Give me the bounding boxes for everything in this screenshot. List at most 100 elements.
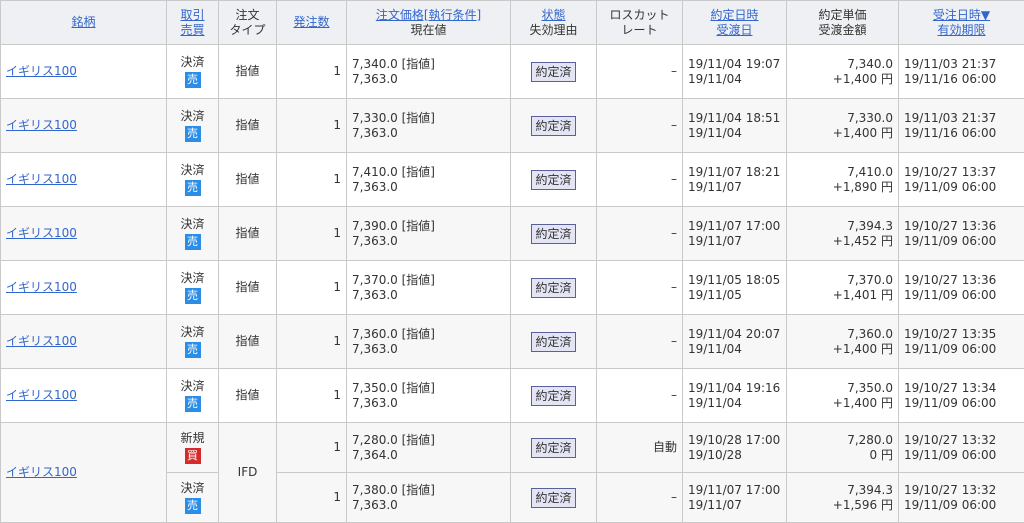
status-cell: 約定済 [511, 315, 597, 369]
sell-badge: 売 [185, 498, 201, 514]
received-datetime: 19/10/27 13:3619/11/09 06:00 [899, 207, 1024, 261]
exec-datetime: 19/11/07 17:0019/11/07 [683, 207, 787, 261]
order-type: 指値 [219, 315, 277, 369]
order-type: 指値 [219, 153, 277, 207]
order-type: 指値 [219, 369, 277, 423]
trade-kind-cell: 決済売 [167, 369, 219, 423]
exec-datetime: 19/11/07 18:2119/11/07 [683, 153, 787, 207]
price-cell: 7,390.0 [指値]7,363.0 [347, 207, 511, 261]
received-datetime: 19/10/27 13:3719/11/09 06:00 [899, 153, 1024, 207]
sell-badge: 売 [185, 126, 201, 142]
order-type: 指値 [219, 207, 277, 261]
instrument-link[interactable]: イギリス100 [1, 207, 167, 261]
price-cell: 7,280.0 [指値]7,364.0 [347, 423, 511, 473]
instrument-link[interactable]: イギリス100 [1, 99, 167, 153]
order-qty: 1 [277, 45, 347, 99]
received-datetime: 19/10/27 13:3219/11/09 06:00 [899, 423, 1024, 473]
status-badge: 約定済 [531, 224, 575, 244]
trade-kind-cell: 新規買 [167, 423, 219, 473]
exec-datetime: 19/11/04 18:5119/11/04 [683, 99, 787, 153]
losscut-rate: – [597, 99, 683, 153]
received-datetime: 19/10/27 13:3219/11/09 06:00 [899, 473, 1024, 523]
header-order-type: 注文タイプ [219, 1, 277, 45]
unit-amount: 7,394.3+1,596 円 [787, 473, 899, 523]
order-type: 指値 [219, 261, 277, 315]
status-badge: 約定済 [531, 386, 575, 406]
table-row: イギリス100 決済売 指値 1 7,370.0 [指値]7,363.0 約定済… [1, 261, 1024, 315]
header-qty[interactable]: 発注数 [277, 1, 347, 45]
trade-kind-cell: 決済売 [167, 207, 219, 261]
order-history-table: 銘柄 取引売買 注文タイプ 発注数 注文価格[執行条件]現在値 状態失効理由 ロ… [0, 0, 1024, 523]
instrument-link[interactable]: イギリス100 [1, 423, 167, 523]
instrument-link[interactable]: イギリス100 [1, 45, 167, 99]
instrument-link[interactable]: イギリス100 [1, 315, 167, 369]
losscut-rate: – [597, 153, 683, 207]
table-row: イギリス100 決済売 指値 1 7,350.0 [指値]7,363.0 約定済… [1, 369, 1024, 423]
sell-badge: 売 [185, 180, 201, 196]
instrument-link[interactable]: イギリス100 [1, 369, 167, 423]
table-row: イギリス100 決済売 指値 1 7,330.0 [指値]7,363.0 約定済… [1, 99, 1024, 153]
received-datetime: 19/10/27 13:3619/11/09 06:00 [899, 261, 1024, 315]
table-row: イギリス100 決済売 指値 1 7,340.0 [指値]7,363.0 約定済… [1, 45, 1024, 99]
unit-amount: 7,394.3+1,452 円 [787, 207, 899, 261]
exec-datetime: 19/11/04 19:1619/11/04 [683, 369, 787, 423]
header-received-datetime[interactable]: 受注日時▼有効期限 [899, 1, 1024, 45]
order-qty: 1 [277, 99, 347, 153]
order-type: 指値 [219, 45, 277, 99]
losscut-rate: – [597, 473, 683, 523]
losscut-rate: – [597, 315, 683, 369]
order-qty: 1 [277, 261, 347, 315]
header-unit-price: 約定単価受渡金額 [787, 1, 899, 45]
unit-amount: 7,360.0+1,400 円 [787, 315, 899, 369]
sell-badge: 売 [185, 234, 201, 250]
price-cell: 7,340.0 [指値]7,363.0 [347, 45, 511, 99]
status-badge: 約定済 [531, 170, 575, 190]
status-cell: 約定済 [511, 153, 597, 207]
price-cell: 7,370.0 [指値]7,363.0 [347, 261, 511, 315]
received-datetime: 19/11/03 21:3719/11/16 06:00 [899, 99, 1024, 153]
exec-datetime: 19/11/04 20:0719/11/04 [683, 315, 787, 369]
losscut-rate: – [597, 207, 683, 261]
ifd-row-first: イギリス100 新規買 IFD 1 7,280.0 [指値]7,364.0 約定… [1, 423, 1024, 473]
instrument-link[interactable]: イギリス100 [1, 261, 167, 315]
header-torihiki[interactable]: 取引売買 [167, 1, 219, 45]
status-cell: 約定済 [511, 261, 597, 315]
losscut-rate: – [597, 261, 683, 315]
order-qty: 1 [277, 153, 347, 207]
sell-badge: 売 [185, 396, 201, 412]
trade-kind-cell: 決済売 [167, 315, 219, 369]
status-badge: 約定済 [531, 438, 575, 458]
losscut-rate: – [597, 369, 683, 423]
buy-badge: 買 [185, 448, 201, 464]
header-price[interactable]: 注文価格[執行条件]現在値 [347, 1, 511, 45]
status-cell: 約定済 [511, 369, 597, 423]
status-cell: 約定済 [511, 473, 597, 523]
unit-amount: 7,330.0+1,400 円 [787, 99, 899, 153]
sell-badge: 売 [185, 342, 201, 358]
status-cell: 約定済 [511, 207, 597, 261]
header-status[interactable]: 状態失効理由 [511, 1, 597, 45]
exec-datetime: 19/11/07 17:0019/11/07 [683, 473, 787, 523]
unit-amount: 7,350.0+1,400 円 [787, 369, 899, 423]
price-cell: 7,380.0 [指値]7,363.0 [347, 473, 511, 523]
trade-kind-cell: 決済売 [167, 153, 219, 207]
order-qty: 1 [277, 473, 347, 523]
table-row: イギリス100 決済売 指値 1 7,410.0 [指値]7,363.0 約定済… [1, 153, 1024, 207]
header-meigara[interactable]: 銘柄 [1, 1, 167, 45]
status-badge: 約定済 [531, 332, 575, 352]
order-type: IFD [219, 423, 277, 523]
table-row: イギリス100 決済売 指値 1 7,360.0 [指値]7,363.0 約定済… [1, 315, 1024, 369]
exec-datetime: 19/11/05 18:0519/11/05 [683, 261, 787, 315]
received-datetime: 19/10/27 13:3519/11/09 06:00 [899, 315, 1024, 369]
status-cell: 約定済 [511, 99, 597, 153]
unit-amount: 7,410.0+1,890 円 [787, 153, 899, 207]
header-exec-datetime[interactable]: 約定日時受渡日 [683, 1, 787, 45]
status-badge: 約定済 [531, 488, 575, 508]
order-qty: 1 [277, 315, 347, 369]
instrument-link[interactable]: イギリス100 [1, 153, 167, 207]
received-datetime: 19/10/27 13:3419/11/09 06:00 [899, 369, 1024, 423]
sell-badge: 売 [185, 72, 201, 88]
price-cell: 7,410.0 [指値]7,363.0 [347, 153, 511, 207]
trade-kind-cell: 決済売 [167, 99, 219, 153]
losscut-rate: – [597, 45, 683, 99]
